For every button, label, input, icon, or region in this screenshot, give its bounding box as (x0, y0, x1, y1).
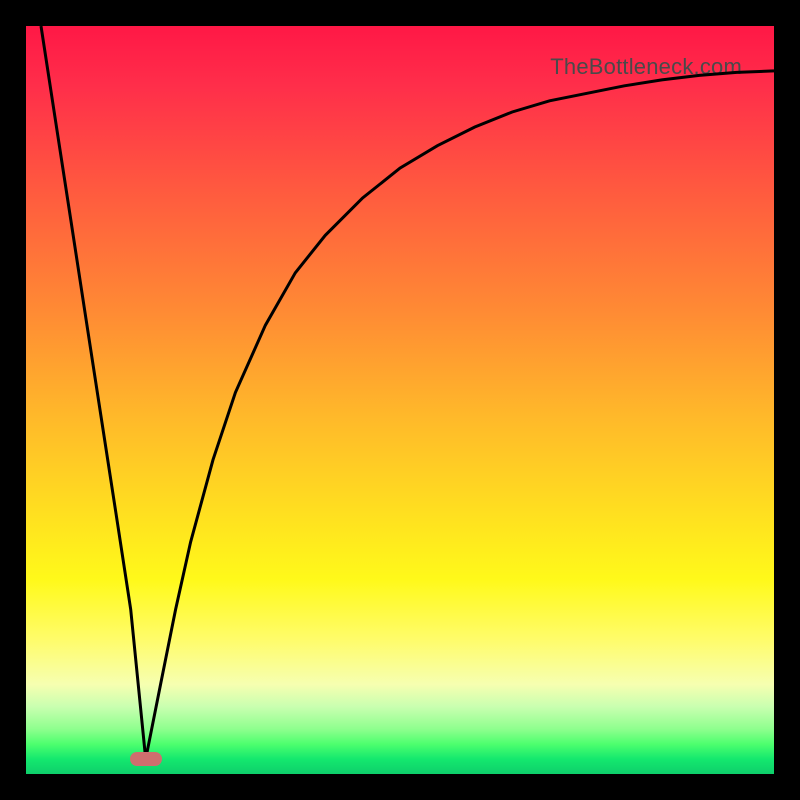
minimum-marker (130, 752, 162, 766)
curve-path (41, 26, 774, 759)
plot-area: TheBottleneck.com (26, 26, 774, 774)
bottleneck-curve (26, 26, 774, 774)
chart-frame: TheBottleneck.com (0, 0, 800, 800)
